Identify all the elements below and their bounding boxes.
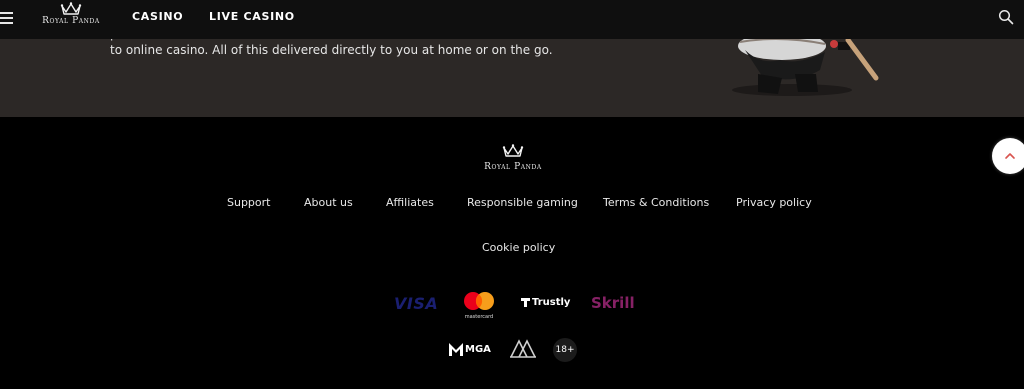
mga-mark-icon: [449, 343, 463, 356]
trustly-mark-icon: [521, 298, 530, 307]
footer-link-support[interactable]: Support: [227, 196, 270, 209]
crown-icon: [60, 2, 82, 15]
footer-link-terms[interactable]: Terms & Conditions: [603, 196, 709, 209]
gambling-authority-logo: GA: [509, 339, 537, 359]
nav-casino[interactable]: CASINO: [132, 10, 183, 23]
chevron-up-icon: [1005, 153, 1015, 159]
panda-illustration: [732, 32, 879, 96]
top-navigation-bar: Royal Panda CASINO LIVE CASINO: [0, 0, 1024, 39]
footer-link-affiliates[interactable]: Affiliates: [386, 196, 434, 209]
mga-wordmark: MGA: [465, 344, 491, 355]
logo-wordmark: Royal Panda: [42, 16, 100, 26]
ga-mark-icon: [510, 339, 536, 358]
footer-link-cookie-policy[interactable]: Cookie policy: [482, 241, 555, 254]
menu-icon[interactable]: [0, 11, 13, 25]
footer-link-about-us[interactable]: About us: [304, 196, 353, 209]
logo-wordmark: Royal Panda: [484, 162, 542, 172]
footer-link-responsible-gaming[interactable]: Responsible gaming: [467, 196, 578, 209]
promo-text: to online casino. All of this delivered …: [110, 43, 553, 57]
nav-live-casino[interactable]: LIVE CASINO: [209, 10, 295, 23]
footer-link-privacy[interactable]: Privacy policy: [736, 196, 812, 209]
crown-icon: [502, 144, 524, 157]
visa-logo: VISA: [394, 294, 439, 313]
scroll-to-top-button[interactable]: [992, 138, 1024, 174]
search-icon[interactable]: [998, 9, 1014, 25]
footer-logo[interactable]: Royal Panda: [476, 142, 550, 172]
mastercard-logo: mastercard: [462, 291, 496, 320]
header-logo[interactable]: Royal Panda: [34, 2, 108, 26]
skrill-logo: Skrill: [591, 294, 635, 312]
mga-logo: MGA: [449, 343, 493, 357]
age-18-badge: 18+: [553, 338, 577, 362]
trustly-wordmark: Trustly: [532, 297, 571, 308]
trustly-logo: Trustly: [521, 297, 571, 311]
mastercard-circles-icon: [464, 292, 494, 310]
mastercard-wordmark: mastercard: [464, 314, 494, 320]
